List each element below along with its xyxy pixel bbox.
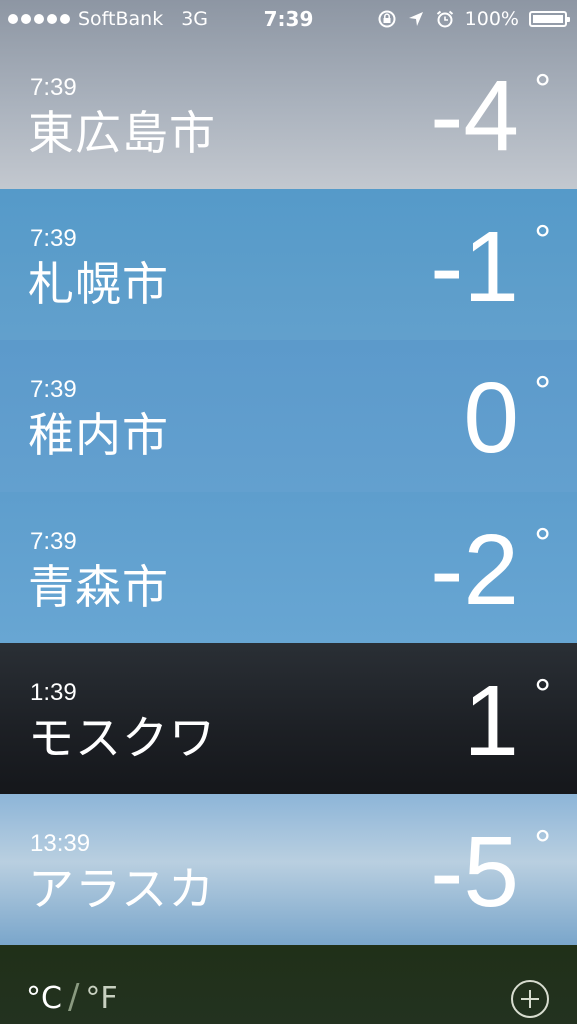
city-row[interactable]: 7:39 札幌市 -1 ° xyxy=(0,189,577,341)
city-name: アラスカ xyxy=(28,862,216,916)
city-temperature: -1 xyxy=(430,211,519,324)
degree-symbol: ° xyxy=(534,518,551,566)
fahrenheit-option[interactable]: °F xyxy=(85,984,117,1014)
city-name: 東広島市 xyxy=(28,106,216,160)
city-name: 札幌市 xyxy=(28,257,169,312)
degree-symbol: ° xyxy=(534,367,551,415)
city-temperature: 1 xyxy=(463,664,519,777)
unit-toggle[interactable]: °C / °F xyxy=(26,980,118,1014)
city-temperature: -4 xyxy=(430,60,519,172)
rotation-lock-icon xyxy=(378,10,396,28)
status-right: 100% xyxy=(377,0,570,38)
battery-percent: 100% xyxy=(464,8,519,30)
status-bar: SoftBank 3G 7:39 100% xyxy=(0,0,577,38)
add-city-icon[interactable] xyxy=(511,980,549,1018)
city-local-time: 7:39 xyxy=(30,527,77,555)
city-row[interactable]: 13:39 アラスカ -5 ° xyxy=(0,794,577,946)
city-row[interactable]: 1:39 モスクワ 1 ° xyxy=(0,642,577,794)
city-local-time: 7:39 xyxy=(30,225,77,253)
unit-separator: / xyxy=(67,977,80,1017)
city-name: 稚内市 xyxy=(28,408,169,463)
alarm-clock-icon xyxy=(436,10,453,28)
city-local-time: 13:39 xyxy=(30,830,91,857)
city-temperature: -5 xyxy=(430,816,519,928)
city-local-time: 7:39 xyxy=(30,74,77,101)
city-row[interactable]: 7:39 稚内市 0 ° xyxy=(0,340,577,492)
degree-symbol: ° xyxy=(534,65,551,112)
city-local-time: 1:39 xyxy=(30,678,77,706)
city-name: 青森市 xyxy=(28,559,169,614)
degree-symbol: ° xyxy=(534,821,551,868)
city-name: モスクワ xyxy=(28,710,216,765)
celsius-option[interactable]: °C xyxy=(26,984,62,1014)
city-row[interactable]: 7:39 青森市 -2 ° xyxy=(0,491,577,643)
battery-icon xyxy=(529,11,570,27)
city-local-time: 7:39 xyxy=(30,376,77,404)
degree-symbol: ° xyxy=(534,669,551,717)
degree-symbol: ° xyxy=(534,216,551,264)
location-arrow-icon xyxy=(408,12,423,26)
city-temperature: 0 xyxy=(463,362,519,475)
city-temperature: -2 xyxy=(430,513,519,626)
